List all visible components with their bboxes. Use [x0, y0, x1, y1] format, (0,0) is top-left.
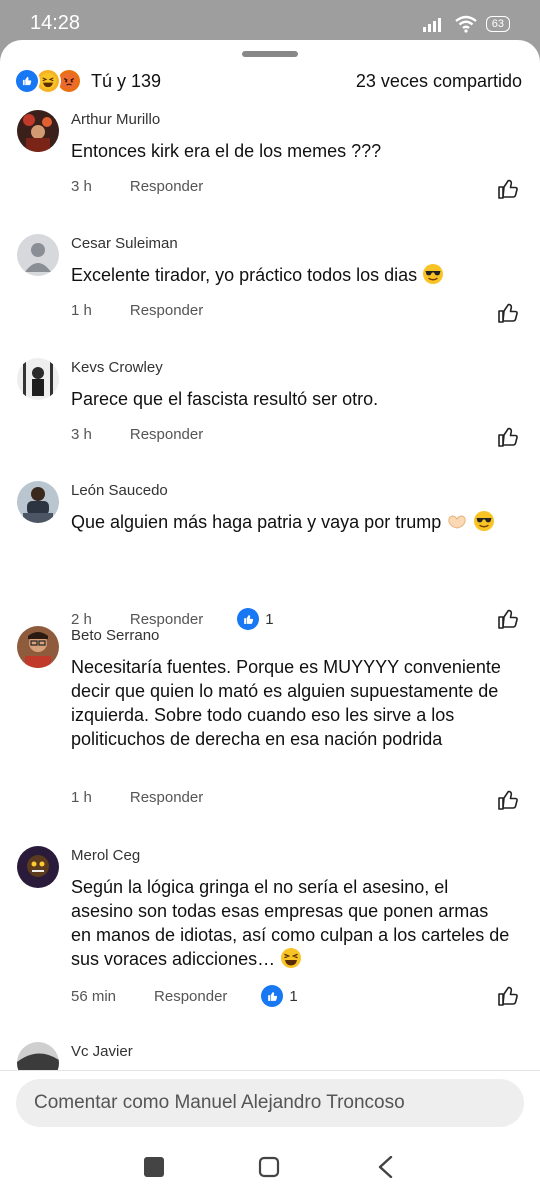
- comment-text: Excelente tirador, yo práctico todos los…: [71, 265, 418, 285]
- reply-button[interactable]: Responder: [154, 988, 227, 1005]
- system-nav-bar: [0, 1135, 540, 1200]
- comment-like-count[interactable]: 1: [265, 611, 273, 628]
- comment-time: 1 h: [71, 302, 92, 319]
- like-reaction-icon: [14, 68, 40, 94]
- avatar[interactable]: [17, 358, 59, 400]
- comment-text: Parece que el fascista resultó ser otro.: [71, 389, 379, 409]
- thumbs-up-icon[interactable]: [496, 984, 520, 1008]
- comment-author[interactable]: Arthur Murillo: [71, 111, 160, 128]
- reply-button[interactable]: Responder: [130, 611, 203, 628]
- comment-author[interactable]: Kevs Crowley: [71, 359, 163, 376]
- reactions-count: Tú y 139: [91, 70, 162, 91]
- comment-composer: [0, 1070, 540, 1135]
- sunglasses-emoji-icon: [422, 263, 444, 285]
- avatar[interactable]: [17, 110, 59, 152]
- reactions-summary[interactable]: Tú y 139: [14, 68, 161, 94]
- comment-author[interactable]: Vc Javier: [71, 1043, 133, 1060]
- comment-text: Necesitaría fuentes. Porque es MUYYYY co…: [71, 657, 501, 749]
- comments-sheet: Tú y 139 23 veces compartido Arthur Muri…: [0, 40, 540, 1135]
- battery-icon: 63: [485, 16, 510, 32]
- back-icon[interactable]: [376, 1156, 396, 1178]
- thumbs-up-icon[interactable]: [496, 301, 520, 325]
- comment-time: 3 h: [71, 426, 92, 443]
- thumbs-up-icon[interactable]: [496, 607, 520, 631]
- shares-count[interactable]: 23 veces compartido: [356, 71, 522, 92]
- reply-button[interactable]: Responder: [130, 426, 203, 443]
- laughing-emoji-icon: [280, 947, 302, 969]
- signal-icon: [422, 18, 441, 32]
- reply-button[interactable]: Responder: [130, 302, 203, 319]
- square-icon[interactable]: [143, 1156, 165, 1178]
- like-reaction-icon: [237, 608, 260, 630]
- status-time: 14:28: [30, 12, 81, 34]
- thumbs-up-icon[interactable]: [496, 177, 520, 201]
- comment-like-count[interactable]: 1: [289, 988, 297, 1005]
- comment-time: 2 h: [71, 610, 92, 628]
- drag-handle[interactable]: [242, 51, 298, 57]
- avatar[interactable]: [17, 846, 59, 888]
- reply-button[interactable]: Responder: [130, 789, 203, 806]
- avatar[interactable]: [17, 234, 59, 276]
- home-icon[interactable]: [258, 1156, 280, 1178]
- avatar[interactable]: [17, 626, 59, 668]
- avatar[interactable]: [17, 481, 59, 523]
- comment-input[interactable]: [16, 1079, 524, 1127]
- comment-time: 3 h: [71, 178, 92, 195]
- comment-time: 56 min: [71, 987, 117, 1005]
- reply-button[interactable]: Responder: [130, 178, 203, 195]
- comment-author[interactable]: León Saucedo: [71, 482, 168, 499]
- comment-text: Entonces kirk era el de los memes ???: [71, 141, 382, 161]
- wifi-icon: [455, 15, 477, 33]
- thumbs-up-icon[interactable]: [496, 425, 520, 449]
- comment-author[interactable]: Beto Serrano: [71, 627, 159, 644]
- comment-author[interactable]: Merol Ceg: [71, 847, 140, 864]
- comment-time: 1 h: [71, 789, 92, 806]
- like-reaction-icon: [261, 985, 284, 1007]
- thumbs-up-icon[interactable]: [496, 788, 520, 812]
- sunglasses-emoji-icon: [473, 510, 495, 532]
- comment-text: Que alguien más haga patria y vaya por t…: [71, 512, 442, 532]
- comment-author[interactable]: Cesar Suleiman: [71, 235, 178, 252]
- heart-hands-emoji-icon: [446, 510, 468, 532]
